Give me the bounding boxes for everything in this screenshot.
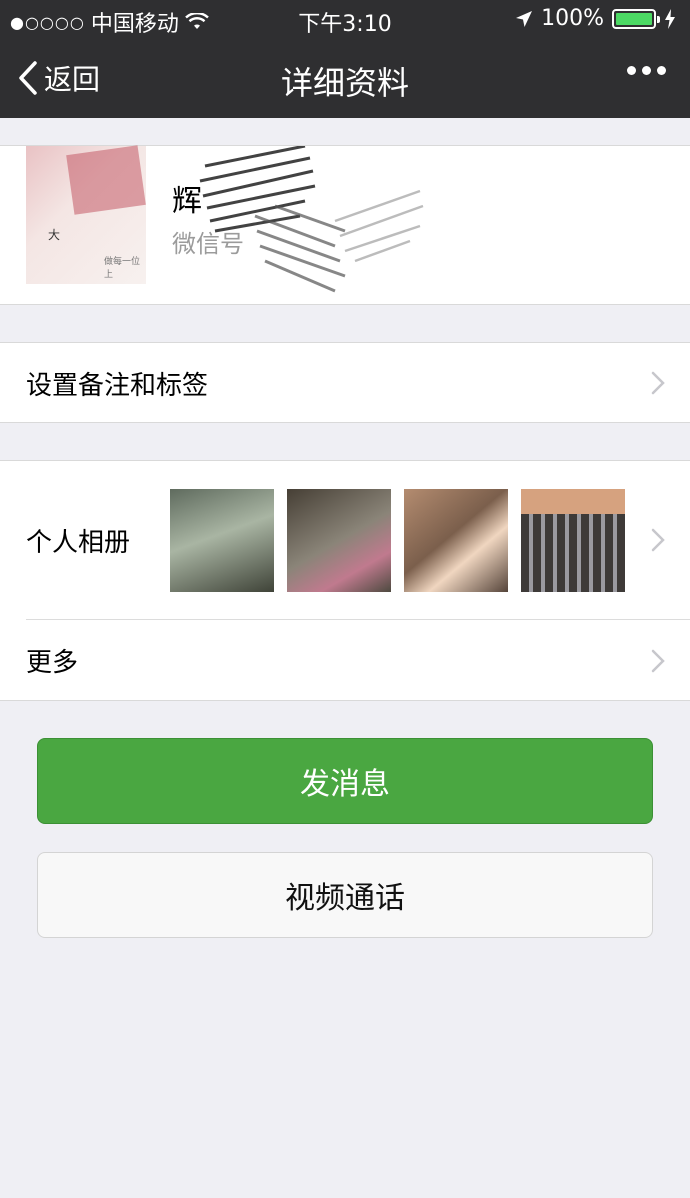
album-more-card: 个人相册 更多 [0, 460, 690, 701]
album-thumbnail[interactable] [521, 489, 625, 592]
location-arrow-icon [516, 10, 533, 27]
remark-tags-label: 设置备注和标签 [26, 370, 209, 401]
navigation-bar: 返回 详细资料 [0, 38, 690, 118]
chevron-right-icon [651, 371, 665, 395]
more-dot-icon [657, 66, 666, 75]
personal-album-label: 个人相册 [26, 527, 131, 558]
remark-tags-item[interactable]: 设置备注和标签 [0, 343, 690, 423]
battery-percentage: 100% [541, 6, 604, 31]
profile-card[interactable]: 大 做每一位上 辉 微信号 [0, 145, 690, 305]
chevron-right-icon [651, 528, 665, 552]
top-bar: ●○○○○ 中国移动 下午3:10 100% 返回 详细资料 [0, 0, 690, 118]
more-row[interactable]: 更多 [0, 620, 690, 701]
avatar-subcaption: 做每一位上 [104, 257, 141, 280]
personal-album-row[interactable]: 个人相册 [0, 461, 690, 619]
avatar[interactable]: 大 做每一位上 [26, 145, 146, 284]
send-message-button[interactable]: 发消息 [37, 738, 653, 824]
avatar-graphic [66, 145, 146, 215]
video-call-button[interactable]: 视频通话 [37, 852, 653, 938]
more-dot-icon [627, 66, 636, 75]
remark-tags-row[interactable]: 设置备注和标签 [0, 342, 690, 423]
more-label: 更多 [26, 648, 79, 678]
more-options-button[interactable] [627, 66, 666, 75]
chevron-right-icon [651, 649, 665, 672]
album-thumbnail[interactable] [287, 489, 391, 592]
album-thumbnail[interactable] [170, 489, 274, 592]
status-bar: ●○○○○ 中国移动 下午3:10 100% [0, 0, 690, 38]
more-dot-icon [642, 66, 651, 75]
avatar-caption: 大 [48, 228, 61, 242]
redaction-scribble [199, 146, 424, 293]
album-thumbnails [170, 489, 625, 592]
charging-bolt-icon [665, 8, 675, 29]
battery-icon [612, 8, 660, 29]
album-thumbnail[interactable] [404, 489, 508, 592]
page-title: 详细资料 [280, 64, 409, 102]
status-right: 100% [515, 6, 676, 31]
